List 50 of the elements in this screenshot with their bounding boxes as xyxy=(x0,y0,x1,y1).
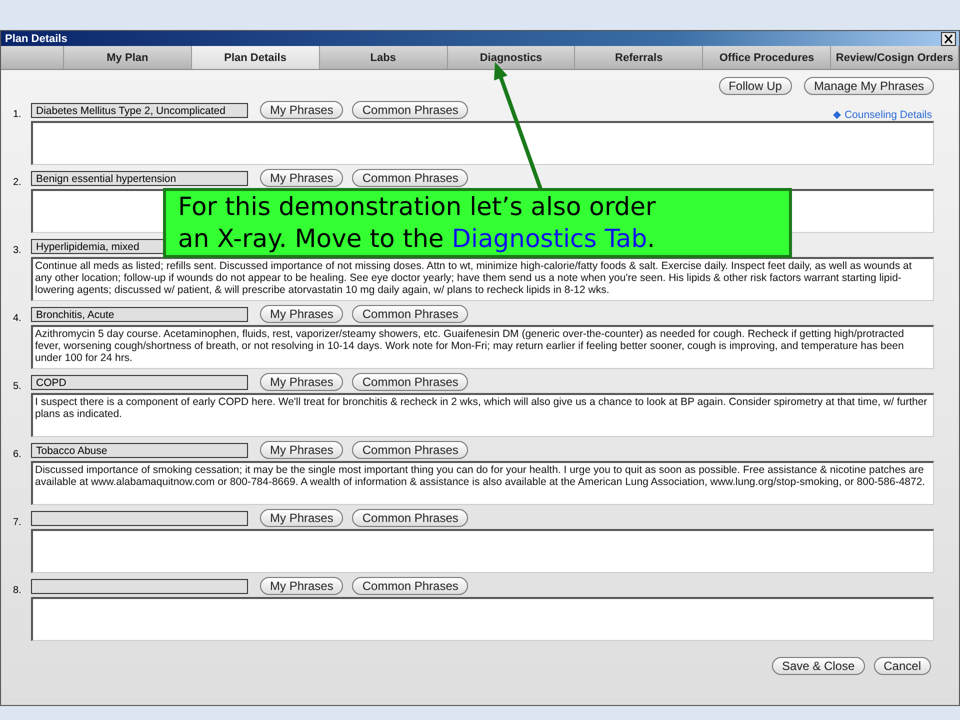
tab[interactable]: Referrals xyxy=(575,46,704,69)
note-field[interactable] xyxy=(31,121,934,165)
phrases-button[interactable]: My Phrases xyxy=(260,101,344,119)
note-field[interactable] xyxy=(31,529,934,573)
action-button[interactable]: Follow Up xyxy=(718,77,792,95)
phrases-button[interactable]: My Phrases xyxy=(260,305,344,323)
item-number: 6. xyxy=(13,449,22,461)
phrases-button[interactable]: Common Phrases xyxy=(352,101,468,119)
phrases-button[interactable]: Common Phrases xyxy=(352,373,468,391)
note-field[interactable]: Azithromycin 5 day course. Acetaminophen, fluids, rest, vaporizer/steamy showers, etc. Guaifenesin DM (generic over-the-counter) as needed for cough. Recheck if getting high/protracted fever, worsening cough/shortness of breath, or not resolving in 10-14 days. Work note for Mon-Fri; may return earlier if feeling better sooner, cough is improving, and temperature has been under 100 for 24 hrs. xyxy=(31,325,934,369)
window-title: Plan Details xyxy=(5,32,68,44)
phrases-button[interactable]: Common Phrases xyxy=(352,441,468,459)
footer-button[interactable]: Cancel xyxy=(874,657,931,675)
item-number: 7. xyxy=(13,517,22,529)
problem-field[interactable]: Tobacco Abuse xyxy=(31,442,248,458)
footer-button[interactable]: Save & Close xyxy=(772,657,865,675)
phrases-button[interactable]: Common Phrases xyxy=(352,577,468,595)
item-number: 5. xyxy=(13,381,22,393)
counseling-link[interactable]: Counseling Details xyxy=(833,109,932,121)
phrases-button[interactable]: My Phrases xyxy=(260,441,344,459)
tab[interactable]: Review/Cosign Orders xyxy=(831,46,960,69)
note-field[interactable]: Continue all meds as listed; refills sent. Discussed importance of not missing doses. Attn to wt, minimize high-calorie/fatty foods & salt. Exercise daily. Inspect feet daily, as well as wounds at any other location; follow-up if wounds do not appear to be healing. See eye doctor yearly; have them send us a note when you're seen. His lipids & other risk factors warrant starting lipid-lowering agents; discussed w/ patient, & will prescribe atorvastatin 10 mg daily again, w/ plans to recheck lipids in 8-12 wks. xyxy=(31,257,934,301)
problem-field[interactable]: COPD xyxy=(31,374,248,390)
note-field[interactable] xyxy=(31,597,934,641)
tab[interactable]: Office Procedures xyxy=(703,46,832,69)
tab[interactable]: Labs xyxy=(320,46,448,69)
note-field[interactable]: I suspect there is a component of early COPD here. We'll treat for bronchitis & recheck in 2 wks, which will also give us a chance to look at BP again. Consider spirometry at that time, w/ further plans as indicated. xyxy=(31,393,934,437)
callout-tooltip: For this demonstration let’s also order an X-ray. Move to the Diagnostics Tab. xyxy=(163,188,792,258)
problem-field[interactable]: Diabetes Mellitus Type 2, Uncomplicated xyxy=(31,102,248,118)
item-number: 4. xyxy=(13,313,22,325)
problem-field[interactable] xyxy=(31,510,248,526)
note-field[interactable]: Discussed importance of smoking cessation; it may be the single most important thing you can do for your health. I urge you to quit as soon as possible. Free assistance & nicotine patches are available at www.alabamaquitnow.com or 800-784-8669. A wealth of information & assistance is also available at the American Lung Association, www.lung.org/stop-smoking, or 800-586-4872. xyxy=(31,461,934,505)
action-button[interactable]: Manage My Phrases xyxy=(804,77,934,95)
phrases-button[interactable]: Common Phrases xyxy=(352,169,468,187)
phrases-button[interactable]: Common Phrases xyxy=(352,509,468,527)
problem-field[interactable]: Benign essential hypertension xyxy=(31,170,248,186)
item-number: 8. xyxy=(13,585,22,597)
phrases-button[interactable]: My Phrases xyxy=(260,509,344,527)
phrases-button[interactable]: My Phrases xyxy=(260,577,344,595)
problem-field[interactable] xyxy=(31,578,248,594)
problem-field[interactable]: Bronchitis, Acute xyxy=(31,306,248,322)
phrases-button[interactable]: My Phrases xyxy=(260,169,344,187)
diamond-icon xyxy=(833,111,842,119)
tab[interactable]: Plan Details xyxy=(192,46,320,69)
phrases-button[interactable]: Common Phrases xyxy=(352,305,468,323)
item-number: 2. xyxy=(13,177,22,189)
item-number: 1. xyxy=(13,109,22,121)
phrases-button[interactable]: My Phrases xyxy=(260,373,344,391)
item-number: 3. xyxy=(13,245,22,257)
close-icon[interactable] xyxy=(941,32,956,46)
